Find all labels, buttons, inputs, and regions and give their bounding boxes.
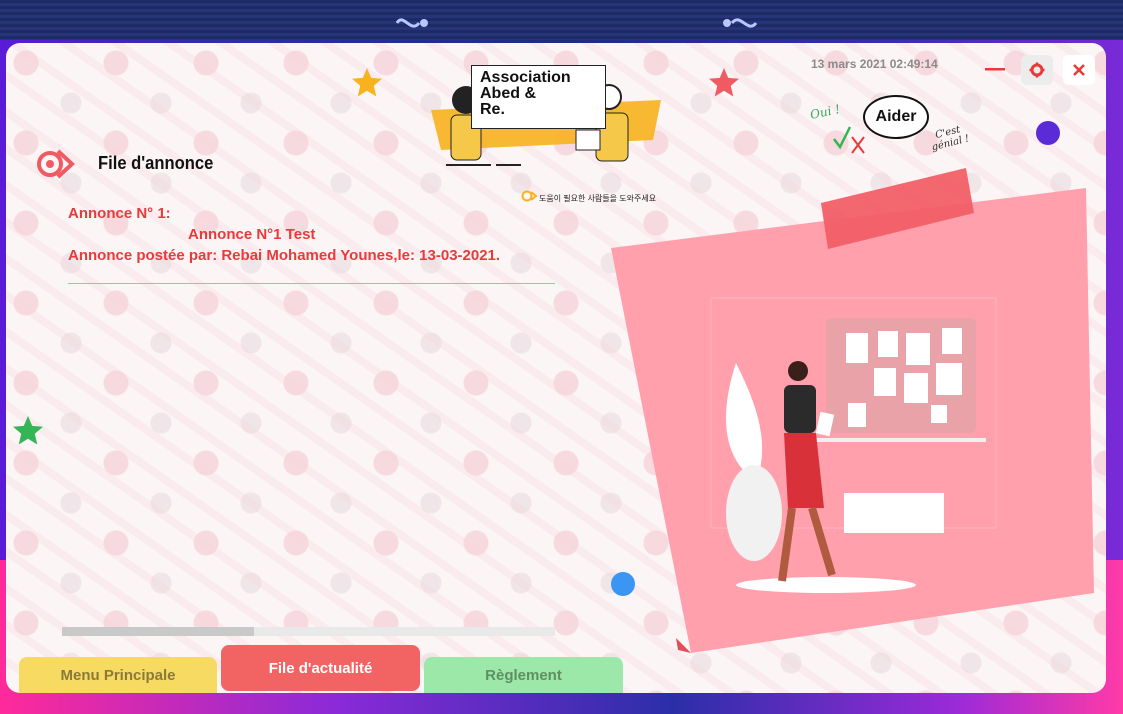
logo-title-line: Abed & bbox=[480, 85, 536, 102]
settings-button[interactable] bbox=[1021, 55, 1053, 85]
close-icon bbox=[1073, 64, 1085, 76]
minimize-icon bbox=[985, 68, 1005, 71]
tab-reglement[interactable]: Règlement bbox=[424, 657, 623, 693]
horizontal-scrollbar[interactable] bbox=[62, 627, 555, 636]
logo-title-line: Association bbox=[480, 69, 571, 86]
help-button[interactable]: Aider bbox=[863, 95, 929, 139]
scrollbar-thumb[interactable] bbox=[62, 627, 254, 636]
decorative-knot-icon bbox=[395, 18, 428, 28]
datetime-display: 13 mars 2021 02:49:14 bbox=[811, 57, 938, 71]
decorative-knot-icon bbox=[723, 18, 758, 28]
star-icon bbox=[13, 416, 43, 445]
page-title: File d'annonce bbox=[98, 153, 214, 173]
sticky-note-illustration bbox=[611, 168, 1094, 653]
check-cross-icon bbox=[833, 126, 865, 154]
star-icon bbox=[352, 68, 382, 97]
yes-note: Oui ! bbox=[808, 102, 842, 122]
target-icon bbox=[37, 149, 75, 179]
logo-title-line: Re. bbox=[480, 101, 505, 118]
announcement-heading: Annonce N° 1: bbox=[68, 205, 171, 222]
announcement-meta: Annonce postée par: Rebai Mohamed Younes… bbox=[68, 247, 501, 264]
star-icon bbox=[709, 68, 739, 97]
logo-title: Association Abed & Re. bbox=[471, 65, 606, 129]
dot-icon bbox=[1036, 121, 1060, 145]
app-window: 13 mars 2021 02:49:14 Association Abed &… bbox=[6, 43, 1106, 693]
help-area: Oui ! Aider C'est génial ! bbox=[806, 93, 976, 173]
close-button[interactable] bbox=[1063, 55, 1095, 85]
announcement-title: Annonce N°1 Test bbox=[188, 226, 316, 243]
gear-icon bbox=[1029, 62, 1045, 78]
tab-menu-principale[interactable]: Menu Principale bbox=[19, 657, 217, 693]
minimize-button[interactable] bbox=[979, 55, 1011, 85]
desktop-top-band bbox=[0, 0, 1123, 40]
tab-file-actualite[interactable]: File d'actualité bbox=[221, 645, 420, 691]
target-icon bbox=[521, 190, 537, 202]
great-note: C'est génial ! bbox=[928, 123, 971, 153]
announcement-divider bbox=[68, 283, 555, 284]
